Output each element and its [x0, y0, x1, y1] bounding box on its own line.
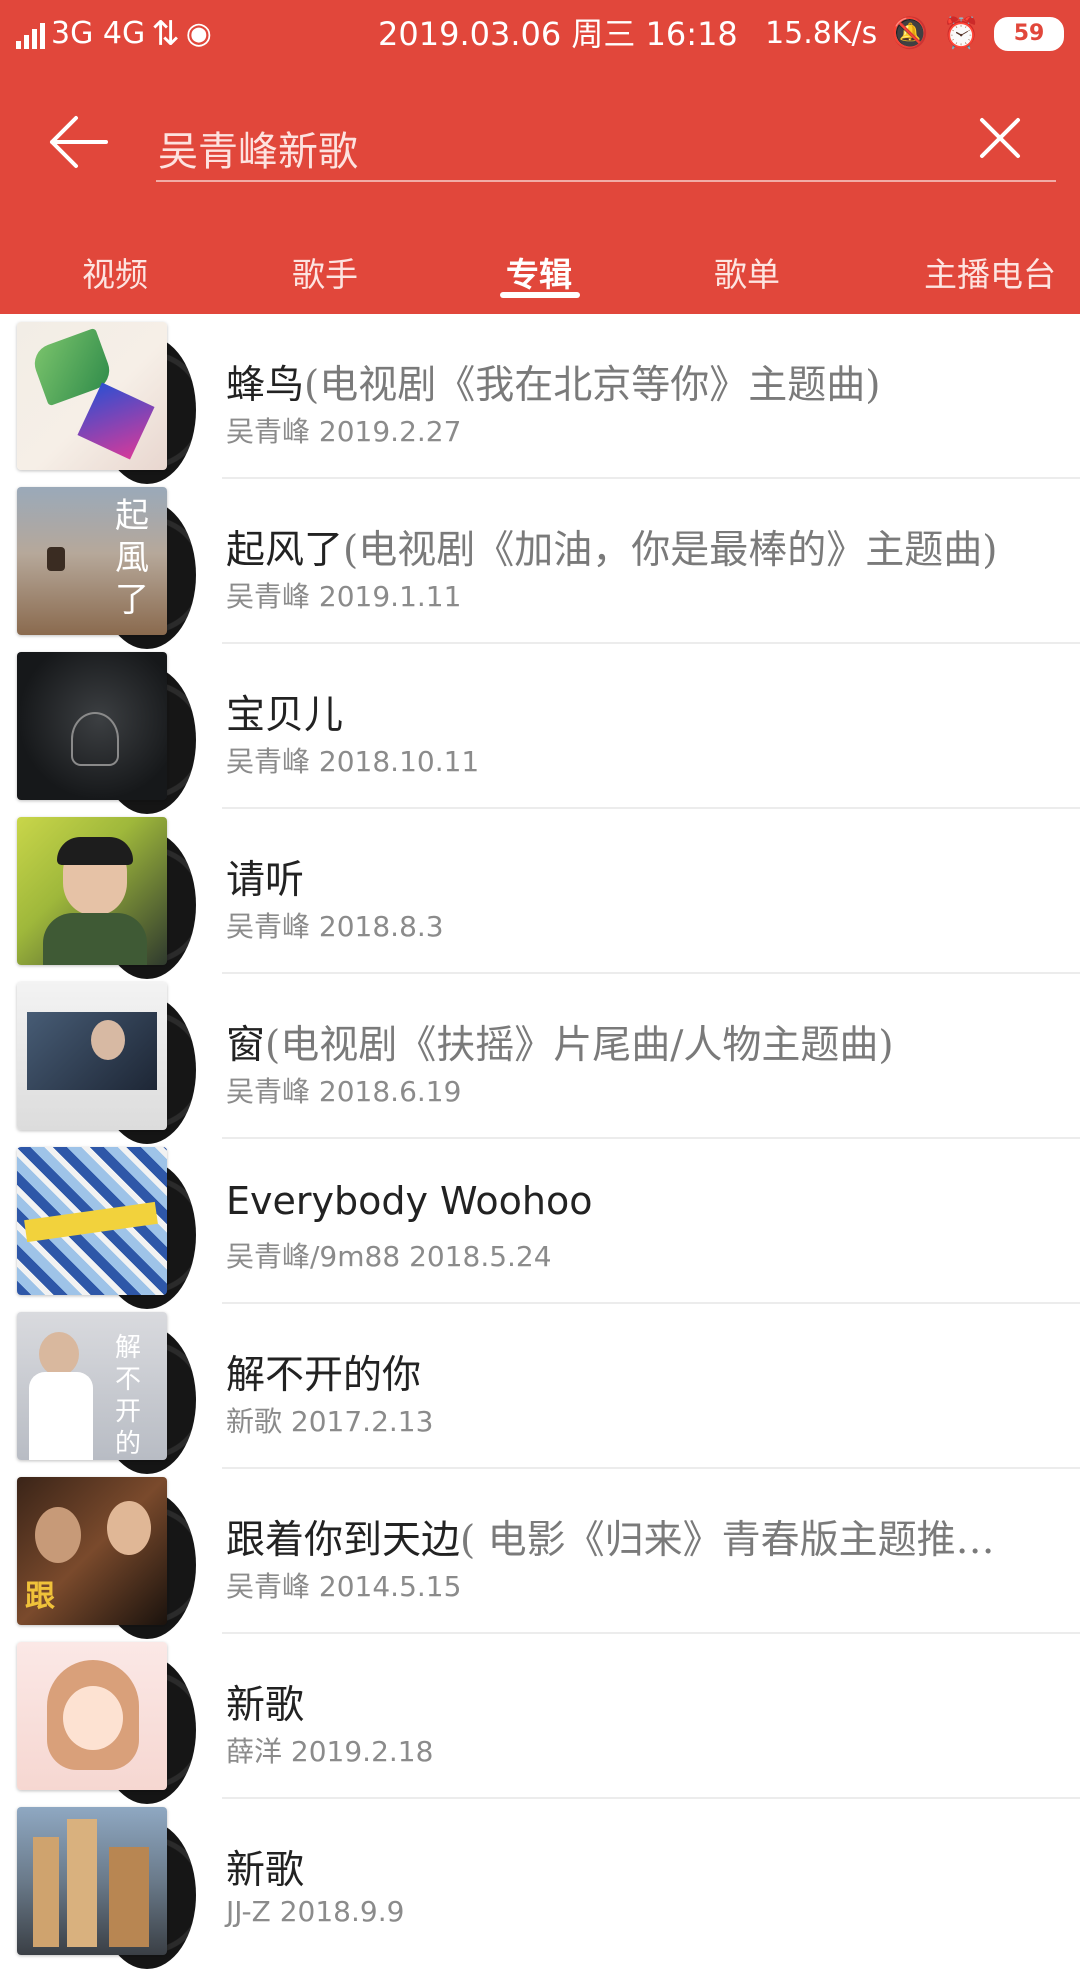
album-title: 请听: [226, 858, 305, 903]
album-row[interactable]: 新歌 薛洋 2019.2.18: [0, 1634, 1080, 1804]
album-meta: 薛洋 2019.2.18: [226, 1735, 434, 1768]
album-row[interactable]: 请听 吴青峰 2018.8.3: [0, 809, 1080, 979]
active-tab-indicator: [500, 292, 580, 298]
search-input[interactable]: [156, 96, 1056, 182]
album-title: 蜂鸟(电视剧《我在北京等你》主题曲): [226, 363, 881, 408]
album-cover: [17, 817, 167, 965]
album-cover: [17, 652, 167, 800]
album-meta: 吴青峰 2019.2.27: [226, 415, 462, 448]
album-meta: 吴青峰/9m88 2018.5.24: [226, 1240, 552, 1273]
album-row[interactable]: 宝贝儿 吴青峰 2018.10.11: [0, 644, 1080, 814]
album-row[interactable]: 起風了 起风了(电视剧《加油，你是最棒的》主题曲) 吴青峰 2019.1.11: [0, 479, 1080, 649]
status-bar: 3G 4G ⇅ ◉ 2019.03.06 周三 16:18 15.8K/s 🔕 …: [0, 0, 1080, 68]
album-list: 蜂鸟(电视剧《我在北京等你》主题曲) 吴青峰 2019.2.27 起風了 起风了…: [0, 314, 1080, 1969]
mute-icon: 🔕: [891, 16, 929, 51]
album-meta: 吴青峰 2014.5.15: [226, 1570, 462, 1603]
album-title: Everybody Woohoo: [226, 1179, 593, 1223]
album-row[interactable]: 跟 跟着你到天边( 电影《归来》青春版主题推… 吴青峰 2014.5.15: [0, 1469, 1080, 1639]
album-title: 新歌: [226, 1683, 305, 1728]
tab-radio[interactable]: 主播电台: [924, 248, 1056, 296]
album-title: 窗(电视剧《扶摇》片尾曲/人物主题曲): [226, 1023, 894, 1068]
tab-playlist[interactable]: 歌单: [714, 248, 780, 296]
album-row[interactable]: 窗(电视剧《扶摇》片尾曲/人物主题曲) 吴青峰 2018.6.19: [0, 974, 1080, 1144]
battery-icon: 59: [994, 17, 1064, 51]
app-header: 3G 4G ⇅ ◉ 2019.03.06 周三 16:18 15.8K/s 🔕 …: [0, 0, 1080, 314]
category-tabs: 视频 歌手 专辑 歌单 主播电台: [0, 234, 1080, 314]
album-title: 宝贝儿: [226, 693, 344, 738]
network-label: 3G 4G: [51, 16, 146, 51]
datetime: 2019.03.06 周三 16:18: [378, 15, 738, 53]
album-meta: 吴青峰 2018.10.11: [226, 745, 480, 778]
eye-icon: ◉: [185, 16, 212, 51]
album-row[interactable]: 蜂鸟(电视剧《我在北京等你》主题曲) 吴青峰 2019.2.27: [0, 314, 1080, 484]
album-meta: 吴青峰 2019.1.11: [226, 580, 462, 613]
signal-icon: [16, 19, 45, 49]
tab-singer[interactable]: 歌手: [292, 248, 358, 296]
album-cover: 跟: [17, 1477, 167, 1625]
status-right: 15.8K/s 🔕 ⏰ 59: [765, 14, 1064, 54]
clear-search-icon[interactable]: [976, 114, 1024, 162]
album-row[interactable]: 新歌 JJ-Z 2018.9.9: [0, 1799, 1080, 1969]
album-cover: [17, 322, 167, 470]
network-speed: 15.8K/s: [765, 16, 878, 51]
album-meta: 吴青峰 2018.8.3: [226, 910, 444, 943]
album-cover: 解不开的: [17, 1312, 167, 1460]
album-title: 新歌: [226, 1848, 305, 1893]
album-cover: [17, 1147, 167, 1295]
album-cover: [17, 1642, 167, 1790]
network-indicators: 3G 4G ⇅ ◉: [16, 14, 212, 54]
album-meta: JJ-Z 2018.9.9: [226, 1895, 405, 1928]
album-title: 跟着你到天边( 电影《归来》青春版主题推…: [226, 1518, 995, 1563]
data-transfer-icon: ⇅: [151, 14, 180, 54]
album-cover: [17, 1807, 167, 1955]
album-cover: [17, 982, 167, 1130]
album-title: 解不开的你: [226, 1353, 422, 1398]
album-cover: 起風了: [17, 487, 167, 635]
back-arrow-icon[interactable]: [48, 114, 108, 170]
album-row[interactable]: Everybody Woohoo 吴青峰/9m88 2018.5.24: [0, 1139, 1080, 1309]
tab-album[interactable]: 专辑: [506, 248, 572, 296]
album-meta: 新歌 2017.2.13: [226, 1405, 434, 1438]
search-row: [0, 96, 1080, 186]
album-title: 起风了(电视剧《加油，你是最棒的》主题曲): [226, 528, 998, 573]
tab-video[interactable]: 视频: [82, 248, 148, 296]
album-row[interactable]: 解不开的 解不开的你 新歌 2017.2.13: [0, 1304, 1080, 1474]
album-meta: 吴青峰 2018.6.19: [226, 1075, 462, 1108]
alarm-icon: ⏰: [942, 16, 980, 51]
